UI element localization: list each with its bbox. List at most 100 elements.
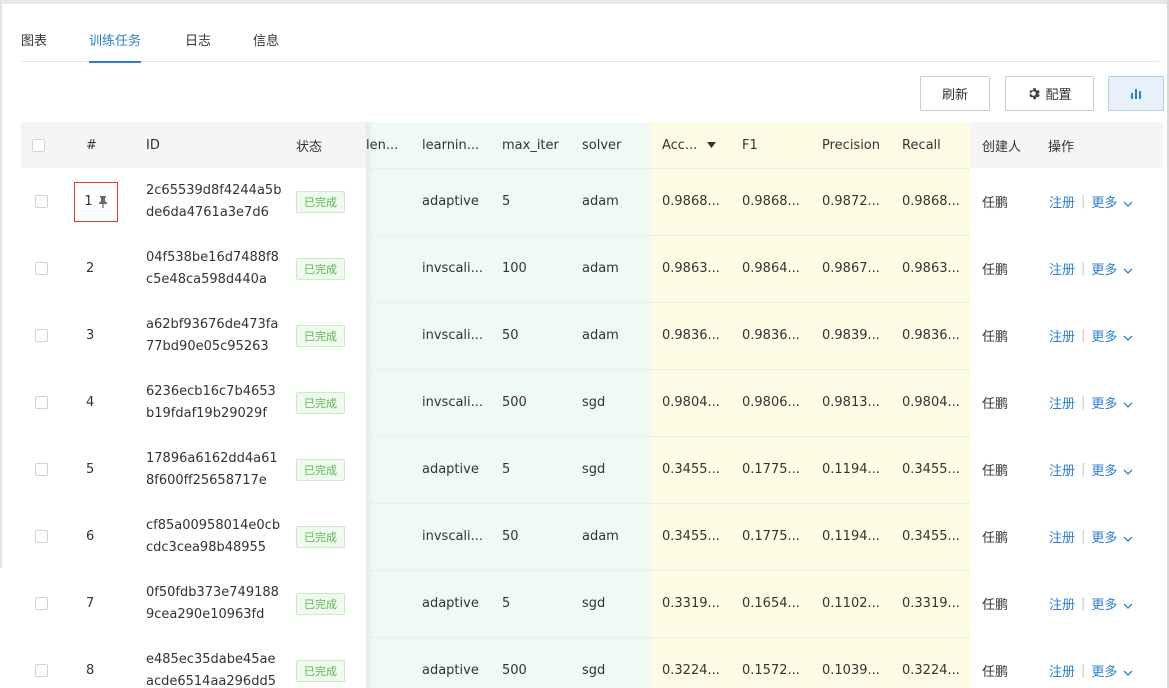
header-accuracy[interactable]: Acc... xyxy=(662,122,717,168)
table-row[interactable]: 6 cf85a00958014e0cbcdc3cea98b48955 已完成 invs… xyxy=(21,503,1163,570)
row-learning-rate: adaptive xyxy=(422,663,479,678)
row-actions: 注册 | 更多 xyxy=(1049,570,1133,637)
header-f1[interactable]: F1 xyxy=(742,122,758,168)
row-accuracy: 0.3455... xyxy=(662,462,720,477)
row-checkbox[interactable] xyxy=(35,195,48,208)
register-link[interactable]: 注册 xyxy=(1049,527,1075,546)
register-link[interactable]: 注册 xyxy=(1049,259,1075,278)
row-precision: 0.1102... xyxy=(822,596,880,611)
header-len[interactable]: len... xyxy=(366,122,398,168)
header-recall[interactable]: Recall xyxy=(902,122,941,168)
row-status-cell: 已完成 xyxy=(296,637,345,688)
tab-logs[interactable]: 日志 xyxy=(185,26,211,62)
row-status-cell: 已完成 xyxy=(296,570,345,637)
register-link[interactable]: 注册 xyxy=(1049,326,1075,345)
row-id[interactable]: a62bf93676de473fa77bd90e05c95263 xyxy=(146,314,282,358)
more-dropdown[interactable]: 更多 xyxy=(1091,326,1133,345)
table-row[interactable]: 3 a62bf93676de473fa77bd90e05c95263 已完成 invs… xyxy=(21,302,1163,369)
register-link[interactable]: 注册 xyxy=(1049,393,1075,412)
chevron-down-icon xyxy=(1123,469,1133,475)
table-row[interactable]: 8 e485ec35dabe45aeacde6514aa296dd5 已完成 adap… xyxy=(21,637,1163,688)
header-learning-rate[interactable]: learnin... xyxy=(422,122,479,168)
register-link[interactable]: 注册 xyxy=(1049,460,1075,479)
chevron-down-icon xyxy=(1123,670,1133,676)
row-learning-rate: invscali... xyxy=(422,395,484,410)
row-checkbox[interactable] xyxy=(35,530,48,543)
select-all-checkbox[interactable] xyxy=(32,138,45,152)
row-accuracy: 0.9868... xyxy=(662,194,720,209)
refresh-button-label: 刷新 xyxy=(941,88,968,103)
table-row[interactable]: 1 2c65539d8f4244a5bde6da4761a3e7d6 已完成 adap… xyxy=(21,168,1163,235)
actions-separator: | xyxy=(1081,328,1086,343)
more-dropdown[interactable]: 更多 xyxy=(1091,460,1133,479)
row-id[interactable]: cf85a00958014e0cbcdc3cea98b48955 xyxy=(146,515,282,559)
row-checkbox[interactable] xyxy=(35,664,48,677)
more-dropdown[interactable]: 更多 xyxy=(1091,192,1133,211)
register-link[interactable]: 注册 xyxy=(1049,661,1075,680)
row-checkbox[interactable] xyxy=(35,396,48,409)
row-checkbox[interactable] xyxy=(35,262,48,275)
row-checkbox[interactable] xyxy=(35,329,48,342)
row-id[interactable]: e485ec35dabe45aeacde6514aa296dd5 xyxy=(146,649,282,688)
actions-separator: | xyxy=(1081,596,1086,611)
row-id-cell: 17896a6162dd4a618f600ff25658717e xyxy=(146,436,282,503)
register-link[interactable]: 注册 xyxy=(1049,192,1075,211)
table-row[interactable]: 2 04f538be16d7488f8c5e48ca598d440a 已完成 invs… xyxy=(21,235,1163,302)
pin-icon[interactable] xyxy=(98,195,108,208)
more-label: 更多 xyxy=(1091,464,1118,479)
header-solver[interactable]: solver xyxy=(582,122,621,168)
row-max-iter: 50 xyxy=(502,328,519,343)
table-row[interactable]: 5 17896a6162dd4a618f600ff25658717e 已完成 adap… xyxy=(21,436,1163,503)
row-index: 6 xyxy=(86,529,95,544)
chart-view-button[interactable] xyxy=(1108,76,1164,111)
tab-charts[interactable]: 图表 xyxy=(21,26,47,62)
refresh-button[interactable]: 刷新 xyxy=(920,76,990,111)
row-id[interactable]: 6236ecb16c7b4653b19fdaf19b29029f xyxy=(146,381,282,425)
actions-separator: | xyxy=(1081,395,1086,410)
more-dropdown[interactable]: 更多 xyxy=(1091,594,1133,613)
row-index: 8 xyxy=(86,663,95,678)
row-actions: 注册 | 更多 xyxy=(1049,302,1133,369)
bar-chart-icon xyxy=(1131,89,1141,99)
config-button[interactable]: 配置 xyxy=(1005,76,1094,111)
row-index-cell: 1 xyxy=(74,168,118,235)
row-solver: adam xyxy=(582,529,619,544)
more-dropdown[interactable]: 更多 xyxy=(1091,661,1133,680)
row-precision: 0.9839... xyxy=(822,328,880,343)
row-checkbox[interactable] xyxy=(35,597,48,610)
row-precision: 0.1194... xyxy=(822,529,880,544)
row-select-cell xyxy=(35,235,48,302)
tab-info[interactable]: 信息 xyxy=(253,26,279,62)
row-id[interactable]: 0f50fdb373e7491889cea290e10963fd xyxy=(146,582,282,626)
gear-icon xyxy=(1029,88,1041,100)
row-precision: 0.9813... xyxy=(822,395,880,410)
table-row[interactable]: 4 6236ecb16c7b4653b19fdaf19b29029f 已完成 invs… xyxy=(21,369,1163,436)
table-header: # ID 状态 len... learnin... max_iter solve… xyxy=(21,122,1163,168)
app-frame: 图表 训练任务 日志 信息 刷新 配置 # ID 状态 len... learn… xyxy=(0,0,1169,688)
more-dropdown[interactable]: 更多 xyxy=(1091,259,1133,278)
pinned-index-box[interactable]: 1 xyxy=(74,181,118,222)
row-f1: 0.1775... xyxy=(742,462,800,477)
row-id[interactable]: 2c65539d8f4244a5bde6da4761a3e7d6 xyxy=(146,180,282,224)
row-creator: 任鹏 xyxy=(982,464,1009,479)
row-index: 4 xyxy=(86,395,95,410)
row-recall: 0.3224... xyxy=(902,663,960,678)
register-link[interactable]: 注册 xyxy=(1049,594,1075,613)
more-dropdown[interactable]: 更多 xyxy=(1091,393,1133,412)
row-f1: 0.1775... xyxy=(742,529,800,544)
row-checkbox[interactable] xyxy=(35,463,48,476)
actions-separator: | xyxy=(1081,663,1086,678)
header-precision[interactable]: Precision xyxy=(822,122,880,168)
header-status[interactable]: 状态 xyxy=(296,122,322,168)
more-dropdown[interactable]: 更多 xyxy=(1091,527,1133,546)
table-row[interactable]: 7 0f50fdb373e7491889cea290e10963fd 已完成 adap… xyxy=(21,570,1163,637)
row-recall: 0.9863... xyxy=(902,261,960,276)
tab-training-tasks[interactable]: 训练任务 xyxy=(89,26,142,63)
row-id[interactable]: 04f538be16d7488f8c5e48ca598d440a xyxy=(146,247,282,291)
header-id[interactable]: ID xyxy=(146,122,160,168)
more-label: 更多 xyxy=(1091,263,1118,278)
row-id[interactable]: 17896a6162dd4a618f600ff25658717e xyxy=(146,448,282,492)
status-badge: 已完成 xyxy=(296,659,345,682)
header-max-iter[interactable]: max_iter xyxy=(502,122,559,168)
sort-desc-icon[interactable] xyxy=(707,142,717,148)
